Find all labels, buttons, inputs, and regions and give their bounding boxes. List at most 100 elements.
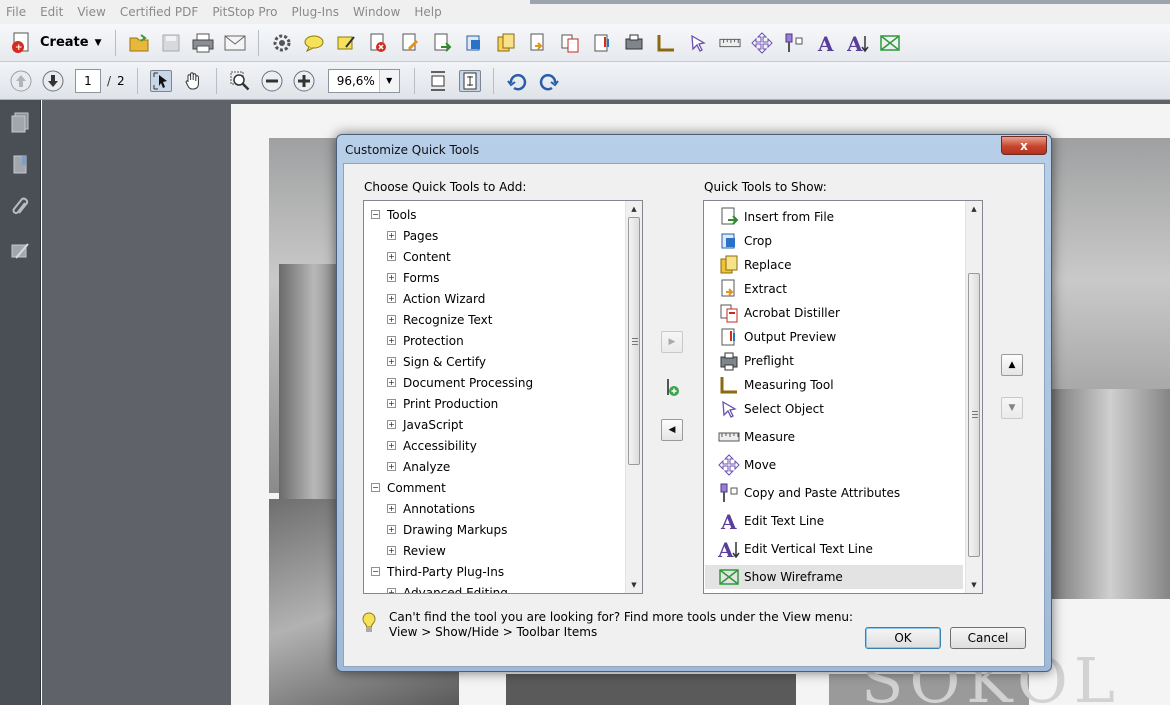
- save-icon[interactable]: [160, 32, 182, 54]
- tree-item[interactable]: + Accessibility: [387, 435, 477, 456]
- available-tools-tree[interactable]: − Tools + Pages + Content + Forms + Action Wizard…: [363, 200, 643, 594]
- expand-icon[interactable]: +: [387, 231, 396, 240]
- tree-item[interactable]: − Third-Party Plug-Ins: [371, 561, 504, 582]
- remove-arrow-button[interactable]: ◀: [661, 419, 683, 441]
- expand-icon[interactable]: +: [387, 378, 396, 387]
- menu-edit[interactable]: Edit: [40, 5, 63, 19]
- move-up-button[interactable]: ▲: [1001, 354, 1023, 376]
- tree-item[interactable]: + Annotations: [387, 498, 475, 519]
- quick-tool-item[interactable]: A Edit Vertical Text Line: [718, 537, 873, 561]
- select-object-tool-icon[interactable]: [687, 32, 709, 54]
- scroll-down-arrow-icon[interactable]: ▼: [966, 577, 982, 593]
- zoom-in-icon[interactable]: [293, 70, 315, 92]
- expand-icon[interactable]: +: [387, 546, 396, 555]
- quick-tool-item[interactable]: Output Preview: [718, 325, 836, 349]
- expand-icon[interactable]: +: [387, 399, 396, 408]
- page-thumbnails-icon[interactable]: [0, 100, 41, 143]
- create-button[interactable]: + Create ▼: [10, 31, 102, 55]
- tree-item[interactable]: + Sign & Certify: [387, 351, 486, 372]
- tree-item[interactable]: + Document Processing: [387, 372, 533, 393]
- tree-item[interactable]: + Print Production: [387, 393, 498, 414]
- scroll-down-arrow-icon[interactable]: ▼: [626, 577, 642, 593]
- tree-scrollbar[interactable]: ▲ ▼: [625, 201, 642, 593]
- edit-vertical-text-tool-icon[interactable]: A: [847, 32, 869, 54]
- bookmarks-icon[interactable]: [0, 143, 41, 186]
- expand-icon[interactable]: +: [387, 462, 396, 471]
- highlight-icon[interactable]: [335, 32, 357, 54]
- tree-item[interactable]: + Protection: [387, 330, 464, 351]
- preflight-tool-icon[interactable]: [623, 32, 645, 54]
- collapse-icon[interactable]: −: [371, 567, 380, 576]
- menu-help[interactable]: Help: [414, 5, 441, 19]
- edit-text-tool-icon[interactable]: A: [815, 32, 837, 54]
- page-number-input[interactable]: 1: [75, 68, 101, 93]
- crop-tool-icon[interactable]: [463, 32, 485, 54]
- quick-tool-item[interactable]: Replace: [718, 253, 791, 277]
- page-edit-icon[interactable]: [399, 32, 421, 54]
- tree-item[interactable]: + Pages: [387, 225, 438, 246]
- hand-tool-icon[interactable]: [182, 70, 204, 92]
- tree-item[interactable]: + Action Wizard: [387, 288, 485, 309]
- select-tool-icon[interactable]: [149, 69, 172, 92]
- rotate-counterclockwise-icon[interactable]: [506, 70, 528, 92]
- shown-scroll-thumb[interactable]: [968, 273, 980, 557]
- quick-tool-item[interactable]: Measure: [718, 425, 795, 449]
- quick-tool-item[interactable]: Extract: [718, 277, 787, 301]
- replace-pages-icon[interactable]: [495, 32, 517, 54]
- attachments-icon[interactable]: [0, 186, 41, 229]
- next-page-icon[interactable]: [42, 70, 64, 92]
- delete-page-icon[interactable]: [367, 32, 389, 54]
- previous-page-icon[interactable]: [10, 70, 32, 92]
- move-down-button[interactable]: ▼: [1001, 397, 1023, 419]
- ok-button[interactable]: OK: [865, 627, 941, 649]
- expand-icon[interactable]: +: [387, 504, 396, 513]
- quick-tool-item[interactable]: Select Object: [718, 397, 824, 421]
- shown-tools-list[interactable]: Insert from File Crop Replace Extract Acroba…: [703, 200, 983, 594]
- measuring-ruler-icon[interactable]: [655, 32, 677, 54]
- distiller-icon[interactable]: [559, 32, 581, 54]
- tree-item[interactable]: + Recognize Text: [387, 309, 492, 330]
- tree-item[interactable]: + Review: [387, 540, 446, 561]
- expand-icon[interactable]: +: [387, 252, 396, 261]
- copy-paste-tool-icon[interactable]: [783, 32, 805, 54]
- quick-tool-item[interactable]: A Edit Text Line: [718, 509, 824, 533]
- cancel-button[interactable]: Cancel: [950, 627, 1026, 649]
- close-button[interactable]: x: [1001, 136, 1047, 155]
- comment-icon[interactable]: [303, 32, 325, 54]
- tree-item[interactable]: + Content: [387, 246, 451, 267]
- expand-icon[interactable]: +: [387, 420, 396, 429]
- quick-tool-item[interactable]: Preflight: [718, 349, 794, 373]
- tree-item[interactable]: − Comment: [371, 477, 446, 498]
- expand-icon[interactable]: +: [387, 357, 396, 366]
- menu-file[interactable]: File: [6, 5, 26, 19]
- rotate-clockwise-icon[interactable]: [538, 70, 560, 92]
- tree-item[interactable]: + Drawing Markups: [387, 519, 507, 540]
- add-separator-button[interactable]: [661, 377, 683, 399]
- collapse-icon[interactable]: −: [371, 483, 380, 492]
- tree-scroll-thumb[interactable]: [628, 217, 640, 465]
- expand-icon[interactable]: +: [387, 588, 396, 593]
- quick-tool-item[interactable]: Copy and Paste Attributes: [718, 481, 900, 505]
- expand-icon[interactable]: +: [387, 273, 396, 282]
- quick-tool-item[interactable]: Acrobat Distiller: [718, 301, 840, 325]
- menu-pitstop-pro[interactable]: PitStop Pro: [212, 5, 277, 19]
- measure-ruler-icon[interactable]: [718, 32, 741, 54]
- expand-icon[interactable]: +: [387, 336, 396, 345]
- zoom-level-select[interactable]: 96,6% ▼: [327, 68, 400, 93]
- quick-tool-item[interactable]: Insert from File: [718, 205, 834, 229]
- quick-tool-item[interactable]: Measuring Tool: [718, 373, 834, 397]
- menu-view[interactable]: View: [77, 5, 105, 19]
- menu-window[interactable]: Window: [353, 5, 400, 19]
- add-arrow-button[interactable]: ▶: [661, 331, 683, 353]
- output-preview-tool-icon[interactable]: [591, 32, 613, 54]
- tree-item[interactable]: + Analyze: [387, 456, 450, 477]
- collapse-icon[interactable]: −: [371, 210, 380, 219]
- quick-tool-item[interactable]: Move: [718, 453, 776, 477]
- zoom-out-icon[interactable]: [261, 70, 283, 92]
- chevron-down-icon[interactable]: ▼: [378, 69, 399, 92]
- open-folder-icon[interactable]: [128, 32, 150, 54]
- expand-icon[interactable]: +: [387, 441, 396, 450]
- expand-icon[interactable]: +: [387, 525, 396, 534]
- tree-item[interactable]: − Tools: [371, 204, 417, 225]
- tree-item[interactable]: + Forms: [387, 267, 439, 288]
